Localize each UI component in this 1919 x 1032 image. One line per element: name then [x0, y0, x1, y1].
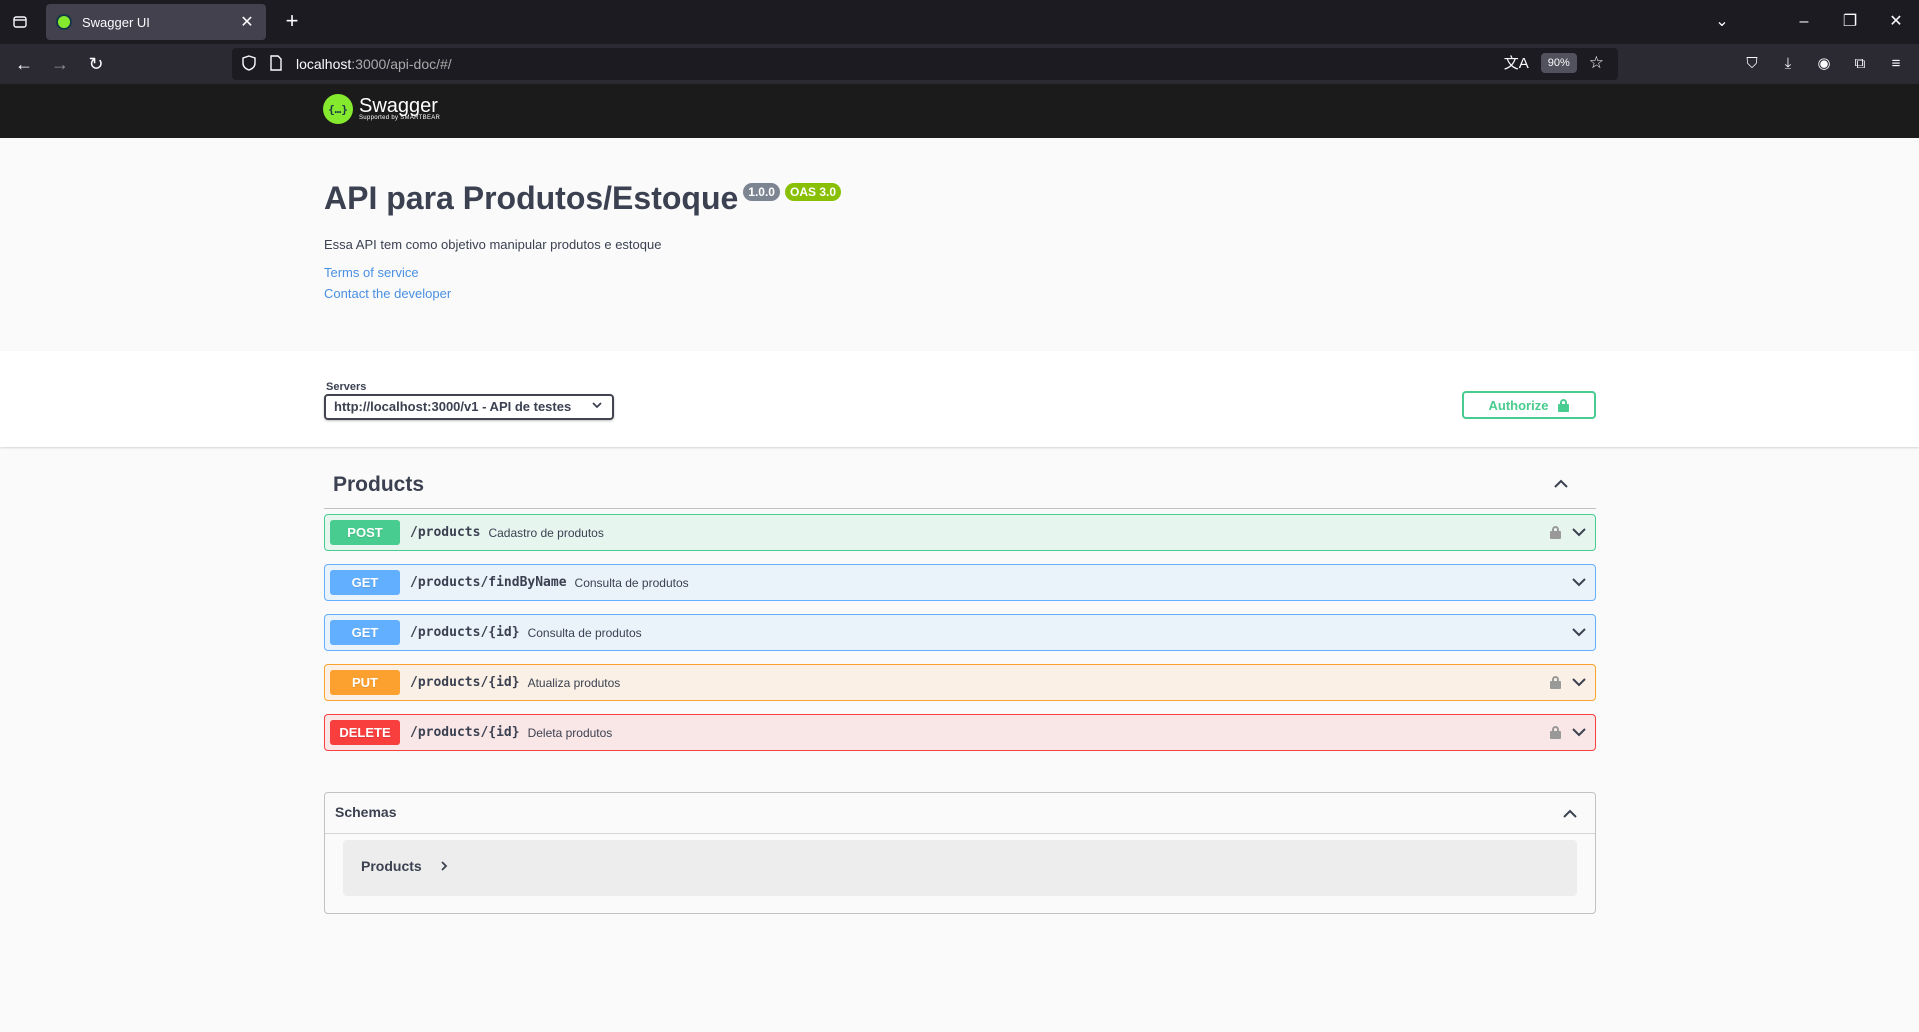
menu-icon[interactable]: ≡	[1884, 52, 1908, 76]
schema-item-products[interactable]: Products	[343, 840, 1577, 896]
method-badge: GET	[330, 620, 400, 645]
tab-close-icon[interactable]: ✕	[238, 12, 256, 32]
restore-icon[interactable]: ❐	[1838, 10, 1862, 34]
chevron-up-icon[interactable]	[1561, 805, 1579, 823]
tab-list-icon[interactable]	[8, 10, 32, 34]
lock-icon[interactable]	[1550, 726, 1561, 739]
chevron-down-icon[interactable]	[1571, 674, 1587, 690]
close-window-icon[interactable]: ✕	[1884, 10, 1908, 34]
browser-tab[interactable]: Swagger UI ✕	[46, 4, 266, 40]
swagger-favicon-icon	[56, 14, 72, 30]
method-badge: GET	[330, 570, 400, 595]
back-icon[interactable]: ←	[12, 52, 36, 76]
new-tab-icon[interactable]: +	[280, 10, 304, 34]
products-section-header[interactable]: Products	[324, 467, 1596, 509]
swagger-logo-text: Swagger	[359, 95, 438, 117]
operation-post-products[interactable]: POST /products Cadastro de produtos	[324, 514, 1596, 551]
swagger-topbar: {…} Swagger Supported by SMARTBEAR	[0, 84, 1919, 138]
chevron-right-icon[interactable]	[439, 859, 449, 874]
operation-summary: Deleta produtos	[527, 725, 613, 740]
api-title-row: API para Produtos/Estoque 1.0.0 OAS 3.0	[324, 180, 1596, 217]
chevron-down-icon[interactable]	[1571, 574, 1587, 590]
zoom-level-badge[interactable]: 90%	[1540, 52, 1577, 73]
lock-icon[interactable]	[1550, 526, 1561, 539]
operation-summary: Atualiza produtos	[527, 675, 621, 690]
operation-path: /products/findByName	[410, 575, 567, 590]
operation-summary: Consulta de produtos	[527, 625, 642, 640]
url-bar[interactable]: localhost:3000/api-doc/#/ 文A 90% ☆	[232, 48, 1618, 80]
minimize-icon[interactable]: –	[1792, 10, 1816, 34]
reload-icon[interactable]: ↻	[84, 52, 108, 76]
method-badge: PUT	[330, 670, 400, 695]
api-description: Essa API tem como objetivo manipular pro…	[324, 237, 662, 252]
account-icon[interactable]: ◉	[1812, 52, 1836, 76]
operation-delete-products-id[interactable]: DELETE /products/{id} Deleta produtos	[324, 714, 1596, 751]
operation-summary: Cadastro de produtos	[488, 525, 604, 540]
bookmark-star-icon[interactable]: ☆	[1589, 53, 1604, 73]
contact-developer-link[interactable]: Contact the developer	[324, 286, 1596, 301]
authorize-button[interactable]: Authorize	[1462, 391, 1596, 419]
operation-put-products-id[interactable]: PUT /products/{id} Atualiza produtos	[324, 664, 1596, 701]
swagger-logo-icon: {…}	[323, 94, 353, 124]
method-badge: POST	[330, 520, 400, 545]
schemas-header[interactable]: Schemas	[325, 793, 1595, 834]
version-badge: 1.0.0	[743, 183, 780, 201]
scheme-container: Servers http://localhost:3000/v1 - API d…	[0, 351, 1919, 447]
url-path: :3000/api-doc/#/	[351, 56, 452, 72]
operation-path: /products/{id}	[410, 725, 520, 740]
servers-selected-value: http://localhost:3000/v1 - API de testes	[334, 399, 572, 414]
swagger-logo[interactable]: {…} Swagger Supported by SMARTBEAR	[323, 94, 440, 124]
page-info-icon[interactable]	[270, 54, 282, 74]
api-info: API para Produtos/Estoque 1.0.0 OAS 3.0 …	[324, 180, 1596, 301]
chevron-down-icon[interactable]	[1571, 624, 1587, 640]
translate-icon[interactable]: 文A	[1504, 52, 1529, 73]
chevron-up-icon[interactable]	[1552, 475, 1570, 493]
servers-label: Servers	[326, 381, 367, 393]
browser-tabbar: Swagger UI ✕ + ⌄ – ❐ ✕	[0, 0, 1919, 44]
operation-get-products-id[interactable]: GET /products/{id} Consulta de produtos	[324, 614, 1596, 651]
tab-title: Swagger UI	[82, 14, 150, 30]
url-host: localhost	[296, 56, 352, 72]
operation-path: /products	[410, 525, 481, 540]
authorize-label: Authorize	[1488, 397, 1549, 413]
schema-name: Products	[361, 858, 422, 874]
pocket-icon[interactable]: ⛉	[1740, 52, 1764, 76]
products-section-title: Products	[333, 473, 425, 496]
chevron-down-icon[interactable]	[1571, 524, 1587, 540]
forward-icon[interactable]: →	[48, 52, 72, 76]
method-badge: DELETE	[330, 720, 400, 745]
chevron-down-icon[interactable]	[1571, 724, 1587, 740]
terms-of-service-link[interactable]: Terms of service	[324, 265, 1596, 280]
operation-get-products-findbyname[interactable]: GET /products/findByName Consulta de pro…	[324, 564, 1596, 601]
shield-icon[interactable]	[242, 54, 256, 74]
browser-navbar: ← → ↻ localhost:3000/api-doc/#/ 文A 90% ☆…	[0, 44, 1919, 84]
extensions-icon[interactable]: ⧉	[1848, 52, 1872, 76]
operation-summary: Consulta de produtos	[574, 575, 689, 590]
schemas-section: Schemas Products	[324, 792, 1596, 914]
list-all-tabs-icon[interactable]: ⌄	[1710, 10, 1734, 34]
schemas-title: Schemas	[335, 804, 397, 820]
swagger-logo-subtitle: Supported by SMARTBEAR	[359, 115, 441, 121]
operation-path: /products/{id}	[410, 675, 520, 690]
servers-select[interactable]: http://localhost:3000/v1 - API de testes	[324, 394, 614, 420]
api-title: API para Produtos/Estoque	[324, 180, 739, 216]
chevron-down-icon	[592, 399, 602, 413]
downloads-icon[interactable]: ⤓	[1776, 52, 1800, 76]
operation-path: /products/{id}	[410, 625, 520, 640]
oas-badge: OAS 3.0	[784, 183, 842, 201]
lock-icon[interactable]	[1550, 676, 1561, 689]
lock-icon	[1558, 398, 1570, 412]
